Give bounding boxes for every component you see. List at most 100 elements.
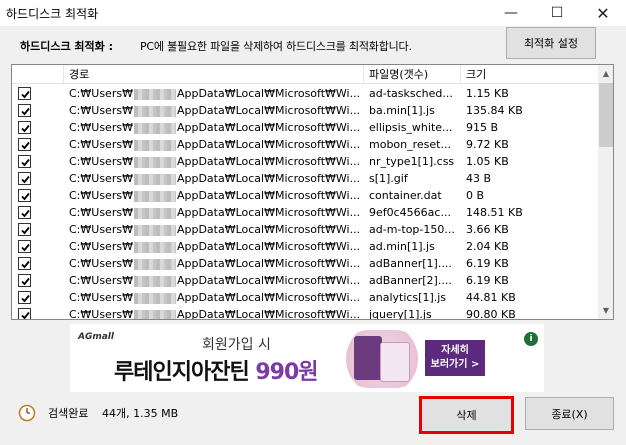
header-label: 하드디스크 최적화 :	[20, 40, 114, 53]
delete-button[interactable]: 삭제	[419, 396, 514, 434]
path-prefix: C:₩Users₩	[69, 257, 133, 270]
path-suffix: AppData₩Local₩Microsoft₩Wi...	[176, 223, 359, 236]
row-checkbox[interactable]	[18, 155, 31, 168]
close-window-button[interactable]: ✕	[580, 0, 626, 26]
row-checkbox[interactable]	[18, 104, 31, 117]
list-item[interactable]: C:₩Users₩ AppData₩Local₩Microsoft₩Wi... ad…	[12, 272, 598, 289]
row-size: 43 B	[466, 172, 492, 185]
column-header-path[interactable]: 경로	[64, 65, 364, 84]
row-path: C:₩Users₩ AppData₩Local₩Microsoft₩Wi...	[69, 153, 359, 170]
minimize-button[interactable]: —	[488, 0, 534, 26]
row-checkbox[interactable]	[18, 189, 31, 202]
list-item[interactable]: C:₩Users₩ AppData₩Local₩Microsoft₩Wi... mo…	[12, 136, 598, 153]
row-size: 135.84 KB	[466, 104, 523, 117]
row-size: 915 B	[466, 121, 499, 134]
list-item[interactable]: C:₩Users₩ AppData₩Local₩Microsoft₩Wi... 9e…	[12, 204, 598, 221]
row-checkbox[interactable]	[18, 206, 31, 219]
row-path: C:₩Users₩ AppData₩Local₩Microsoft₩Wi...	[69, 289, 359, 306]
path-prefix: C:₩Users₩	[69, 138, 133, 151]
row-size: 148.51 KB	[466, 206, 523, 219]
path-suffix: AppData₩Local₩Microsoft₩Wi...	[176, 206, 359, 219]
row-filename: nr_type1[1].css	[369, 155, 455, 168]
path-prefix: C:₩Users₩	[69, 308, 133, 320]
row-filename: 9ef0c4566ac...	[369, 206, 451, 219]
column-header-check[interactable]	[12, 65, 64, 84]
scroll-down-icon[interactable]: ▼	[598, 302, 613, 319]
clock-icon	[18, 404, 36, 425]
list-item[interactable]: C:₩Users₩ AppData₩Local₩Microsoft₩Wi... nr…	[12, 153, 598, 170]
redacted-username	[133, 105, 176, 117]
redacted-username	[133, 309, 176, 319]
path-suffix: AppData₩Local₩Microsoft₩Wi...	[176, 240, 359, 253]
path-prefix: C:₩Users₩	[69, 189, 133, 202]
ad-headline-text: 루테인지아잔틴	[114, 360, 256, 385]
list-item[interactable]: C:₩Users₩ AppData₩Local₩Microsoft₩Wi... ad…	[12, 255, 598, 272]
path-suffix: AppData₩Local₩Microsoft₩Wi...	[176, 138, 359, 151]
row-path: C:₩Users₩ AppData₩Local₩Microsoft₩Wi...	[69, 187, 359, 204]
file-list[interactable]: 경로 파일명(갯수) 크기 C:₩Users₩ AppData₩Local₩Mic…	[11, 64, 614, 320]
optimize-settings-button[interactable]: 최적화 설정	[506, 27, 596, 59]
row-filename: ba.min[1].js	[369, 104, 435, 117]
path-suffix: AppData₩Local₩Microsoft₩Wi...	[176, 291, 359, 304]
path-prefix: C:₩Users₩	[69, 274, 133, 287]
path-suffix: AppData₩Local₩Microsoft₩Wi...	[176, 172, 359, 185]
list-item[interactable]: C:₩Users₩ AppData₩Local₩Microsoft₩Wi... ad…	[12, 238, 598, 255]
info-icon[interactable]: i	[524, 332, 538, 346]
status-summary: 44개, 1.35 MB	[102, 407, 179, 420]
column-header-filename[interactable]: 파일명(갯수)	[364, 65, 461, 84]
maximize-button[interactable]: ☐	[534, 0, 580, 26]
scroll-up-icon[interactable]: ▲	[598, 65, 613, 82]
list-item[interactable]: C:₩Users₩ AppData₩Local₩Microsoft₩Wi... an…	[12, 289, 598, 306]
row-path: C:₩Users₩ AppData₩Local₩Microsoft₩Wi...	[69, 272, 359, 289]
row-path: C:₩Users₩ AppData₩Local₩Microsoft₩Wi...	[69, 221, 359, 238]
ad-banner[interactable]: AGmall 회원가입 시 루테인지아잔틴 990원 자세히 보러가기 > i	[70, 324, 544, 392]
row-checkbox[interactable]	[18, 240, 31, 253]
row-checkbox[interactable]	[18, 274, 31, 287]
window-title: 하드디스크 최적화	[6, 7, 99, 21]
row-filename: ad-m-top-150...	[369, 223, 455, 236]
row-path: C:₩Users₩ AppData₩Local₩Microsoft₩Wi...	[69, 255, 359, 272]
row-checkbox[interactable]	[18, 308, 31, 319]
row-path: C:₩Users₩ AppData₩Local₩Microsoft₩Wi...	[69, 170, 359, 187]
row-size: 1.15 KB	[466, 87, 509, 100]
path-suffix: AppData₩Local₩Microsoft₩Wi...	[176, 308, 359, 320]
row-filename: ad.min[1].js	[369, 240, 435, 253]
redacted-username	[133, 122, 176, 134]
row-checkbox[interactable]	[18, 291, 31, 304]
list-item[interactable]: C:₩Users₩ AppData₩Local₩Microsoft₩Wi... ad…	[12, 85, 598, 102]
row-filename: analytics[1].js	[369, 291, 447, 304]
redacted-username	[133, 275, 176, 287]
row-checkbox[interactable]	[18, 257, 31, 270]
path-suffix: AppData₩Local₩Microsoft₩Wi...	[176, 155, 359, 168]
row-size: 1.05 KB	[466, 155, 509, 168]
status-text: 검색완료	[48, 407, 89, 420]
list-item[interactable]: C:₩Users₩ AppData₩Local₩Microsoft₩Wi... ad…	[12, 221, 598, 238]
row-filename: jquery[1].js	[369, 308, 432, 320]
row-size: 9.72 KB	[466, 138, 509, 151]
row-size: 6.19 KB	[466, 257, 509, 270]
ad-cta-button[interactable]: 자세히 보러가기 >	[425, 340, 485, 376]
redacted-username	[133, 241, 176, 253]
list-item[interactable]: C:₩Users₩ AppData₩Local₩Microsoft₩Wi... el…	[12, 119, 598, 136]
scroll-thumb[interactable]	[599, 83, 613, 147]
path-suffix: AppData₩Local₩Microsoft₩Wi...	[176, 87, 359, 100]
list-item[interactable]: C:₩Users₩ AppData₩Local₩Microsoft₩Wi... jq…	[12, 306, 598, 320]
row-checkbox[interactable]	[18, 172, 31, 185]
column-header-size[interactable]: 크기	[461, 65, 598, 84]
redacted-username	[133, 88, 176, 100]
row-filename: adBanner[2]....	[369, 274, 452, 287]
redacted-username	[133, 173, 176, 185]
exit-button[interactable]: 종료(X)	[525, 397, 614, 430]
row-filename: adBanner[1]....	[369, 257, 452, 270]
list-item[interactable]: C:₩Users₩ AppData₩Local₩Microsoft₩Wi... ba…	[12, 102, 598, 119]
path-prefix: C:₩Users₩	[69, 155, 133, 168]
row-checkbox[interactable]	[18, 138, 31, 151]
app-window: 하드디스크 최적화 — ☐ ✕ 하드디스크 최적화 : PC에 불필요한 파일을…	[0, 0, 626, 445]
list-item[interactable]: C:₩Users₩ AppData₩Local₩Microsoft₩Wi... s[…	[12, 170, 598, 187]
row-checkbox[interactable]	[18, 87, 31, 100]
path-suffix: AppData₩Local₩Microsoft₩Wi...	[176, 189, 359, 202]
row-checkbox[interactable]	[18, 223, 31, 236]
list-item[interactable]: C:₩Users₩ AppData₩Local₩Microsoft₩Wi... co…	[12, 187, 598, 204]
row-checkbox[interactable]	[18, 121, 31, 134]
vertical-scrollbar[interactable]: ▲ ▼	[598, 65, 613, 319]
